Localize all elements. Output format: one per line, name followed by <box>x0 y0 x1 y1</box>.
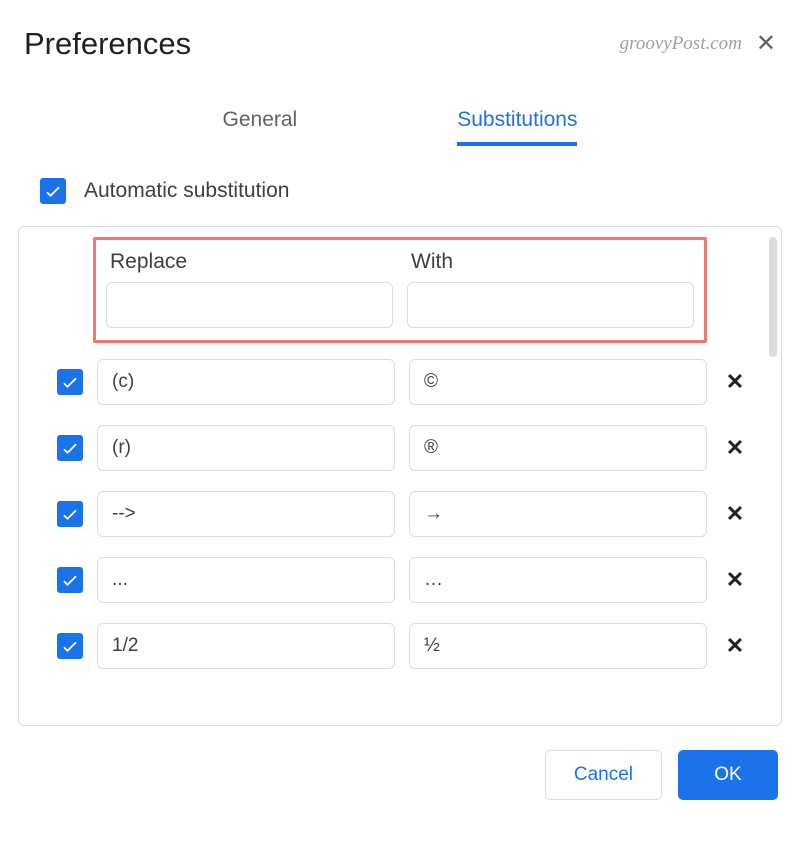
tab-general[interactable]: General <box>223 102 298 146</box>
new-with-input[interactable] <box>407 282 694 328</box>
new-entry-highlight: Replace With <box>93 237 707 343</box>
preferences-dialog: Preferences groovyPost.com ✕ General Sub… <box>0 0 800 846</box>
new-replace-input[interactable] <box>106 282 393 328</box>
checkmark-icon <box>60 570 80 590</box>
table-row: ✕ <box>33 359 767 405</box>
with-input[interactable] <box>409 359 707 405</box>
checkmark-icon <box>60 372 80 392</box>
table-row: ✕ <box>33 491 767 537</box>
auto-substitution-label: Automatic substitution <box>84 179 289 203</box>
watermark-text: groovyPost.com <box>620 33 742 55</box>
substitution-rows: ✕ ✕ ✕ <box>33 353 767 669</box>
tabs: General Substitutions <box>0 72 800 146</box>
delete-icon[interactable]: ✕ <box>721 567 749 593</box>
scrollbar-thumb[interactable] <box>769 237 777 357</box>
checkmark-icon <box>60 504 80 524</box>
header-row: Replace With <box>106 250 694 328</box>
replace-label: Replace <box>106 250 393 274</box>
checkmark-icon <box>60 438 80 458</box>
delete-icon[interactable]: ✕ <box>721 501 749 527</box>
row-checkbox[interactable] <box>57 501 83 527</box>
delete-icon[interactable]: ✕ <box>721 435 749 461</box>
checkmark-icon <box>43 181 63 201</box>
close-icon[interactable]: ✕ <box>756 32 776 56</box>
row-checkbox[interactable] <box>57 567 83 593</box>
dialog-title: Preferences <box>24 26 191 62</box>
with-input[interactable] <box>409 623 707 669</box>
row-checkbox[interactable] <box>57 633 83 659</box>
replace-input[interactable] <box>97 491 395 537</box>
replace-input[interactable] <box>97 557 395 603</box>
tab-substitutions[interactable]: Substitutions <box>457 102 577 146</box>
ok-button[interactable]: OK <box>678 750 778 800</box>
auto-substitution-checkbox[interactable] <box>40 178 66 204</box>
table-row: ✕ <box>33 557 767 603</box>
cancel-button[interactable]: Cancel <box>545 750 662 800</box>
header-right: groovyPost.com ✕ <box>620 32 776 56</box>
checkmark-icon <box>60 636 80 656</box>
replace-input[interactable] <box>97 623 395 669</box>
with-column-header: With <box>407 250 694 328</box>
replace-input[interactable] <box>97 425 395 471</box>
with-input[interactable] <box>409 557 707 603</box>
with-input[interactable] <box>409 425 707 471</box>
delete-icon[interactable]: ✕ <box>721 633 749 659</box>
delete-icon[interactable]: ✕ <box>721 369 749 395</box>
auto-substitution-row: Automatic substitution <box>0 146 800 226</box>
dialog-footer: Cancel OK <box>0 726 800 820</box>
table-row: ✕ <box>33 425 767 471</box>
row-checkbox[interactable] <box>57 435 83 461</box>
replace-input[interactable] <box>97 359 395 405</box>
dialog-header: Preferences groovyPost.com ✕ <box>0 8 800 72</box>
replace-column-header: Replace <box>106 250 393 328</box>
with-label: With <box>407 250 694 274</box>
with-input[interactable] <box>409 491 707 537</box>
substitutions-table: Replace With ✕ <box>18 226 782 726</box>
row-checkbox[interactable] <box>57 369 83 395</box>
table-row: ✕ <box>33 623 767 669</box>
